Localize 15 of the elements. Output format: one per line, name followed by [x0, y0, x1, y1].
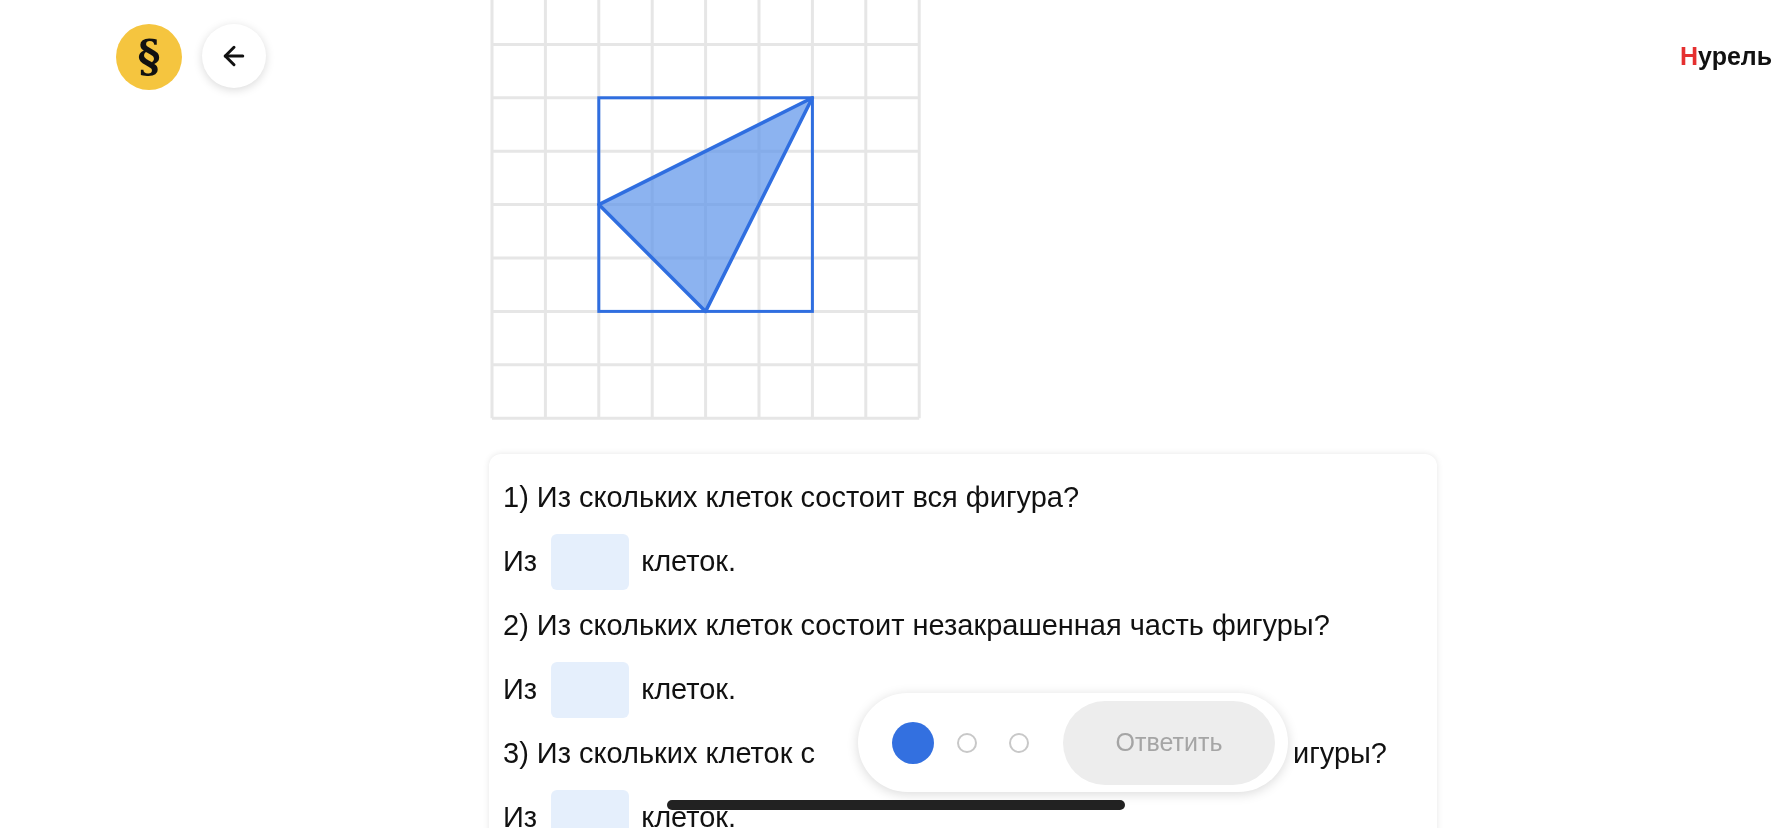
- answer-field[interactable]: [551, 534, 630, 590]
- answer-prefix: Из: [503, 800, 538, 828]
- answer-field[interactable]: [551, 662, 630, 718]
- answer-prefix: Из: [503, 672, 538, 708]
- back-button[interactable]: [202, 24, 266, 88]
- question-text: 3) Из скольких клеток с: [503, 736, 815, 772]
- answer-suffix: клеток.: [641, 544, 737, 580]
- answer-suffix: клеток.: [641, 672, 737, 708]
- question-text: 1) Из скольких клеток состоит вся фигура?: [503, 480, 1080, 516]
- user-name[interactable]: Нурель: [1680, 42, 1773, 70]
- logo[interactable]: §: [116, 24, 182, 90]
- answer-suffix: клеток.: [641, 800, 737, 828]
- question-text: 2) Из скольких клеток состоит незакрашенная часть фигуры?: [503, 608, 1330, 644]
- question-text: игуры?: [1292, 736, 1387, 772]
- answer-prefix: Из: [503, 544, 538, 580]
